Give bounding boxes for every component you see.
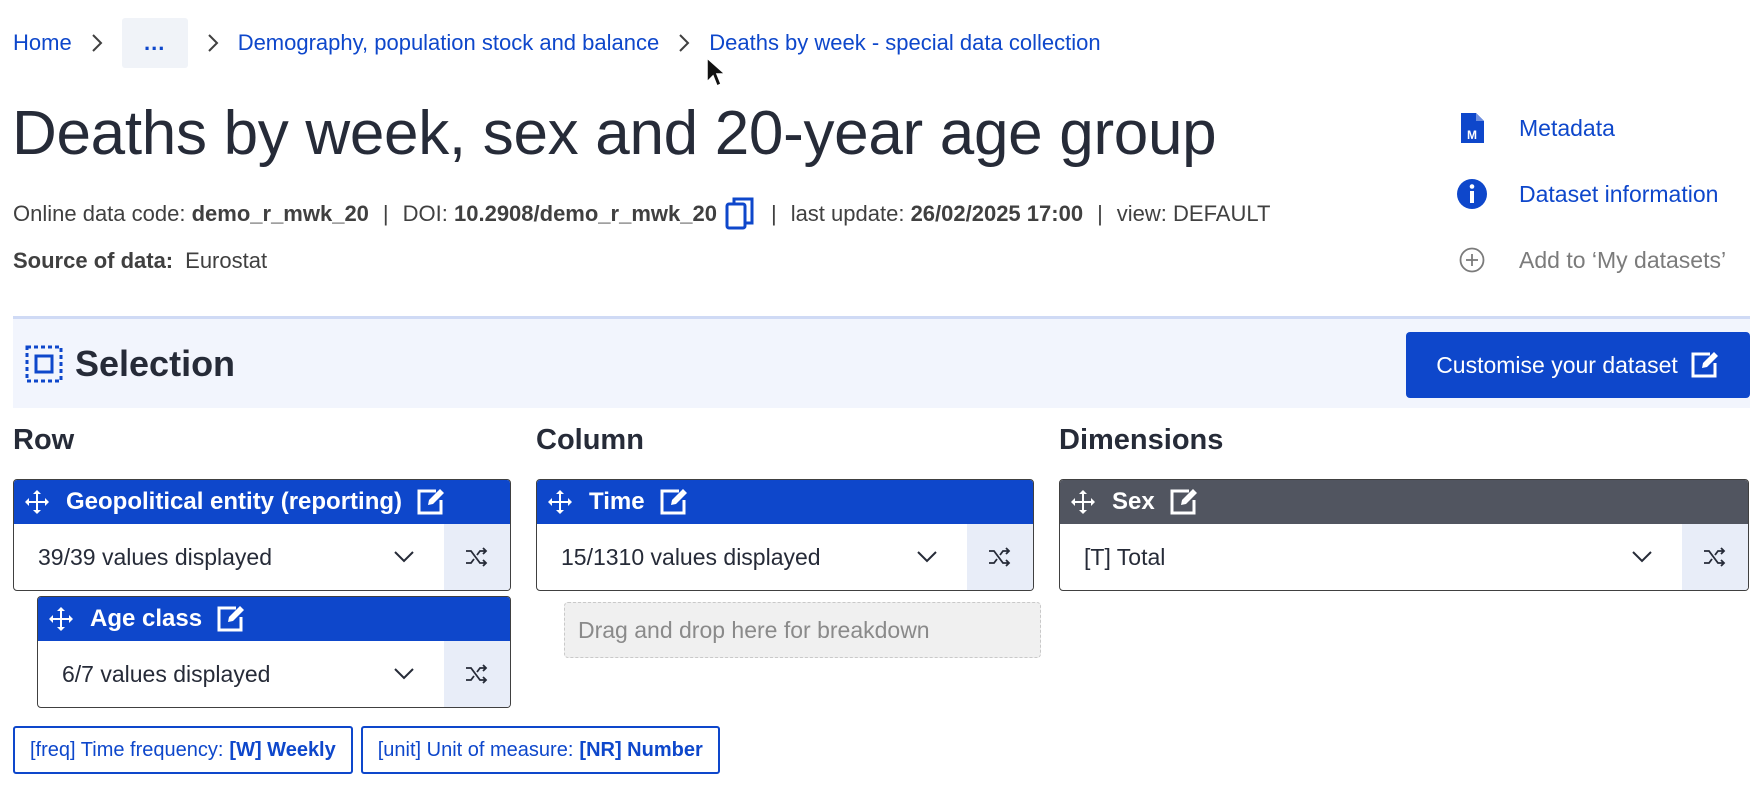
chip-value: [W] Weekly — [229, 738, 336, 761]
dimension-value: 6/7 values displayed — [62, 660, 271, 687]
dimension-header[interactable]: Sex — [1060, 480, 1748, 524]
dimension-select[interactable]: [T] Total — [1060, 524, 1748, 590]
copy-doi-icon[interactable] — [723, 194, 757, 234]
chevron-down-icon[interactable] — [384, 654, 424, 694]
customise-dataset-label: Customise your dataset — [1436, 351, 1678, 378]
page-title: Deaths by week, sex and 20-year age grou… — [12, 99, 1217, 168]
plus-circle-icon — [1455, 243, 1489, 277]
edit-icon[interactable] — [216, 605, 246, 633]
row-heading: Row — [13, 424, 75, 456]
dimension-name: Time — [589, 488, 645, 515]
dimension-value: 15/1310 values displayed — [561, 543, 821, 570]
dimension-header[interactable]: Geopolitical entity (reporting) — [14, 480, 510, 524]
dataset-information-label: Dataset information — [1519, 180, 1719, 207]
breadcrumb-demography-link[interactable]: Demography, population stock and balance — [238, 30, 660, 56]
breadcrumb-home-link[interactable]: Home — [13, 30, 72, 56]
source-line: Source of data: Eurostat — [13, 248, 267, 274]
meta-separator: | — [770, 201, 777, 226]
source-label: Source of data: — [13, 248, 174, 273]
dataset-information-link[interactable]: Dataset information — [1455, 172, 1755, 216]
column-heading: Column — [536, 424, 644, 456]
chevron-right-icon — [659, 32, 709, 54]
shuffle-icon — [466, 664, 488, 684]
side-actions: M Metadata Dataset information Add to ‘M… — [1455, 106, 1755, 304]
dimension-card-sex[interactable]: Sex [T] Total — [1059, 479, 1749, 591]
edit-icon — [1691, 352, 1718, 378]
selection-title: Selection — [75, 342, 236, 384]
shuffle-button[interactable] — [444, 641, 510, 707]
dimension-card-age-class[interactable]: Age class 6/7 values displayed — [37, 596, 511, 708]
chevron-down-icon[interactable] — [384, 537, 424, 577]
source-value: Eurostat — [185, 248, 268, 273]
shuffle-icon — [1704, 547, 1726, 567]
chip-unit-of-measure[interactable]: [unit] Unit of measure: [NR] Number — [360, 726, 720, 774]
selection-icon — [25, 345, 63, 382]
selection-bar: Selection Customise your dataset — [13, 316, 1750, 408]
shuffle-icon — [989, 547, 1011, 567]
mouse-cursor-icon — [706, 56, 727, 88]
add-to-my-datasets-button[interactable]: Add to ‘My datasets’ — [1455, 238, 1755, 282]
metadata-link[interactable]: M Metadata — [1455, 106, 1755, 150]
update-label: last update: — [790, 201, 905, 226]
code-value: demo_r_mwk_20 — [191, 201, 369, 226]
dimension-header[interactable]: Time — [537, 480, 1033, 524]
edit-icon[interactable] — [1169, 488, 1199, 516]
move-icon[interactable] — [48, 606, 74, 632]
dimension-header[interactable]: Age class — [38, 597, 510, 641]
dimension-select[interactable]: 39/39 values displayed — [14, 524, 510, 590]
dataset-meta-line: Online data code: demo_r_mwk_20 | DOI: 1… — [13, 194, 1270, 234]
dimension-value: [T] Total — [1084, 543, 1166, 570]
edit-icon[interactable] — [659, 488, 689, 516]
chip-time-frequency[interactable]: [freq] Time frequency: [W] Weekly — [13, 726, 353, 774]
breakdown-dropzone[interactable]: Drag and drop here for breakdown — [564, 602, 1041, 658]
breadcrumb-deaths-by-week-link[interactable]: Deaths by week - special data collection — [709, 30, 1100, 56]
dimension-select[interactable]: 15/1310 values displayed — [537, 524, 1033, 590]
add-to-my-datasets-label: Add to ‘My datasets’ — [1519, 246, 1727, 273]
dimension-name: Age class — [90, 605, 203, 632]
chevron-down-icon[interactable] — [907, 537, 947, 577]
dimension-name: Geopolitical entity (reporting) — [66, 488, 403, 515]
chevron-right-icon — [72, 32, 122, 54]
shuffle-button[interactable] — [1682, 524, 1748, 590]
chip-value: [NR] Number — [579, 738, 703, 761]
meta-separator: | — [1097, 201, 1103, 226]
fixed-dimension-chips: [freq] Time frequency: [W] Weekly [unit]… — [13, 726, 728, 774]
view-text: view: DEFAULT — [1116, 201, 1271, 226]
shuffle-button[interactable] — [444, 524, 510, 590]
customise-dataset-button[interactable]: Customise your dataset — [1406, 332, 1750, 398]
metadata-file-icon: M — [1455, 111, 1489, 145]
update-value: 26/02/2025 17:00 — [910, 201, 1084, 226]
info-icon — [1455, 177, 1489, 211]
chip-label: [unit] Unit of measure: — [377, 738, 574, 761]
doi-label: DOI: — [402, 201, 448, 226]
shuffle-button[interactable] — [967, 524, 1033, 590]
move-icon[interactable] — [24, 489, 50, 515]
dimension-value: 39/39 values displayed — [38, 543, 272, 570]
edit-icon[interactable] — [416, 488, 446, 516]
dimension-name: Sex — [1112, 488, 1155, 515]
code-label: Online data code: — [13, 201, 186, 226]
shuffle-icon — [466, 547, 488, 567]
move-icon[interactable] — [547, 489, 573, 515]
meta-separator: | — [382, 201, 389, 226]
breadcrumb-ellipsis-button[interactable]: ... — [121, 18, 188, 68]
svg-text:M: M — [1467, 128, 1477, 142]
dimension-card-time[interactable]: Time 15/1310 values displayed — [536, 479, 1034, 591]
move-icon[interactable] — [1070, 489, 1096, 515]
metadata-label: Metadata — [1519, 114, 1615, 141]
chevron-right-icon — [188, 32, 238, 54]
dimensions-heading: Dimensions — [1059, 424, 1224, 456]
breadcrumb: Home ... Demography, population stock an… — [13, 18, 1101, 68]
dimension-card-geo[interactable]: Geopolitical entity (reporting) 39/39 va… — [13, 479, 511, 591]
dimension-select[interactable]: 6/7 values displayed — [38, 641, 510, 707]
chevron-down-icon[interactable] — [1622, 537, 1662, 577]
doi-value: 10.2908/demo_r_mwk_20 — [454, 201, 717, 226]
chip-label: [freq] Time frequency: — [30, 738, 224, 761]
